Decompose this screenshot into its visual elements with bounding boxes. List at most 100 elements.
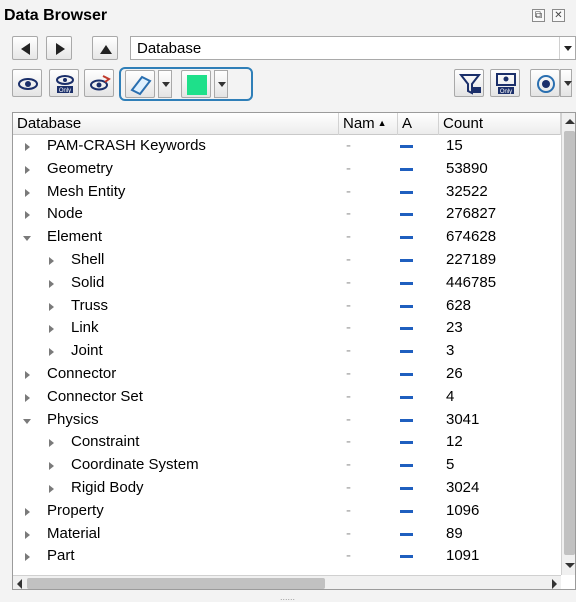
attribute-dash-icon[interactable] xyxy=(400,418,413,422)
table-row[interactable]: Truss - 628 xyxy=(13,295,561,318)
filter-icon xyxy=(458,74,482,95)
collapsed-arrow-icon[interactable] xyxy=(23,135,33,157)
table-row[interactable]: Material - 89 xyxy=(13,523,561,546)
up-button[interactable] xyxy=(92,36,118,60)
scroll-down-icon[interactable] xyxy=(565,563,575,568)
rubber-dropdown[interactable] xyxy=(158,70,172,98)
row-name-value: - xyxy=(346,478,351,496)
collapsed-arrow-icon[interactable] xyxy=(23,500,33,522)
column-header-count[interactable]: Count xyxy=(439,113,561,135)
attribute-dash-icon[interactable] xyxy=(400,258,413,262)
attribute-dash-icon[interactable] xyxy=(400,281,413,285)
column-header-name[interactable]: Nam ▲ xyxy=(339,113,398,135)
collapsed-arrow-icon[interactable] xyxy=(23,158,33,180)
table-row[interactable]: Physics - 3041 xyxy=(13,409,561,432)
attribute-dash-icon[interactable] xyxy=(400,304,413,308)
table-row[interactable]: Coordinate System - 5 xyxy=(13,454,561,477)
rubber-button[interactable] xyxy=(125,70,155,98)
toggle-visibility-button[interactable] xyxy=(84,69,114,97)
collapsed-arrow-icon[interactable] xyxy=(23,181,33,203)
resize-grip[interactable]: ...... xyxy=(280,592,295,602)
table-row[interactable]: Node - 276827 xyxy=(13,203,561,226)
collapsed-arrow-icon[interactable] xyxy=(47,454,57,476)
collapsed-arrow-icon[interactable] xyxy=(47,477,57,499)
collapsed-arrow-icon[interactable] xyxy=(47,340,57,362)
close-icon[interactable]: ✕ xyxy=(552,9,565,22)
table-row[interactable]: Shell - 227189 xyxy=(13,249,561,272)
forward-button[interactable] xyxy=(46,36,72,60)
horizontal-scrollbar[interactable] xyxy=(13,575,561,589)
chevron-down-icon[interactable] xyxy=(559,37,575,59)
row-name-value: - xyxy=(346,137,351,154)
collapsed-arrow-icon[interactable] xyxy=(47,295,57,317)
attribute-dash-icon[interactable] xyxy=(400,464,413,468)
column-header-a[interactable]: A xyxy=(398,113,439,135)
view-mode-dropdown[interactable] xyxy=(560,69,572,97)
attribute-dash-icon[interactable] xyxy=(400,486,413,490)
path-dropdown[interactable]: Database xyxy=(130,36,576,60)
attribute-dash-icon[interactable] xyxy=(400,395,413,399)
table-row[interactable]: PAM-CRASH Keywords - 15 xyxy=(13,135,561,158)
show-button[interactable] xyxy=(12,69,42,97)
back-button[interactable] xyxy=(12,36,38,60)
vertical-scroll-thumb[interactable] xyxy=(564,131,575,555)
attribute-dash-icon[interactable] xyxy=(400,145,413,148)
table-row[interactable]: Connector Set - 4 xyxy=(13,386,561,409)
title-bar: Data Browser ⧉ ✕ xyxy=(0,0,576,32)
filter-button[interactable] xyxy=(454,69,484,97)
collapsed-arrow-icon[interactable] xyxy=(47,249,57,271)
row-label: Connector Set xyxy=(47,387,143,405)
view-mode-button[interactable] xyxy=(530,69,560,97)
table-row[interactable]: Mesh Entity - 32522 xyxy=(13,181,561,204)
collapsed-arrow-icon[interactable] xyxy=(23,386,33,408)
table-row[interactable]: Part - 1091 xyxy=(13,545,561,568)
table-row[interactable]: Rigid Body - 3024 xyxy=(13,477,561,500)
scroll-left-icon[interactable] xyxy=(17,579,22,589)
color-button[interactable] xyxy=(181,70,211,98)
attribute-dash-icon[interactable] xyxy=(400,213,413,217)
collapsed-arrow-icon[interactable] xyxy=(47,317,57,339)
attribute-dash-icon[interactable] xyxy=(400,167,413,171)
attribute-dash-icon[interactable] xyxy=(400,509,413,513)
row-count: 53890 xyxy=(446,159,488,177)
table-row[interactable]: Joint - 3 xyxy=(13,340,561,363)
collapsed-arrow-icon[interactable] xyxy=(23,363,33,385)
horizontal-scroll-thumb[interactable] xyxy=(27,578,325,589)
table-row[interactable]: Element - 674628 xyxy=(13,226,561,249)
collapsed-arrow-icon[interactable] xyxy=(23,523,33,545)
display-only-button[interactable]: Only xyxy=(490,69,520,97)
show-only-button[interactable]: Only xyxy=(49,69,79,97)
color-swatch-icon xyxy=(187,75,207,95)
row-count: 1091 xyxy=(446,547,480,565)
attribute-dash-icon[interactable] xyxy=(400,532,413,536)
up-icon xyxy=(100,45,112,54)
table-row[interactable]: Connector - 26 xyxy=(13,363,561,386)
table-row[interactable]: Property - 1096 xyxy=(13,500,561,523)
attribute-dash-icon[interactable] xyxy=(400,441,413,445)
column-header-database[interactable]: Database xyxy=(13,113,339,135)
row-count: 276827 xyxy=(446,205,497,223)
attribute-dash-icon[interactable] xyxy=(400,372,413,376)
scroll-up-icon[interactable] xyxy=(565,119,575,124)
attribute-dash-icon[interactable] xyxy=(400,555,413,559)
attribute-dash-icon[interactable] xyxy=(400,236,413,240)
attribute-dash-icon[interactable] xyxy=(400,190,413,194)
table-row[interactable]: Constraint - 12 xyxy=(13,431,561,454)
collapsed-arrow-icon[interactable] xyxy=(23,203,33,225)
row-label: Rigid Body xyxy=(71,478,144,496)
restore-icon[interactable]: ⧉ xyxy=(532,9,545,22)
scroll-right-icon[interactable] xyxy=(552,579,557,589)
collapsed-arrow-icon[interactable] xyxy=(23,545,33,567)
vertical-scrollbar[interactable] xyxy=(561,113,575,575)
column-label: A xyxy=(402,115,413,132)
color-dropdown[interactable] xyxy=(214,70,228,98)
attribute-dash-icon[interactable] xyxy=(400,350,413,354)
table-row[interactable]: Geometry - 53890 xyxy=(13,158,561,181)
table-row[interactable]: Link - 23 xyxy=(13,317,561,340)
collapsed-arrow-icon[interactable] xyxy=(47,431,57,453)
table-row[interactable]: Solid - 446785 xyxy=(13,272,561,295)
attribute-dash-icon[interactable] xyxy=(400,327,413,331)
collapsed-arrow-icon[interactable] xyxy=(47,272,57,294)
expanded-arrow-icon[interactable] xyxy=(23,409,33,431)
expanded-arrow-icon[interactable] xyxy=(23,226,33,248)
